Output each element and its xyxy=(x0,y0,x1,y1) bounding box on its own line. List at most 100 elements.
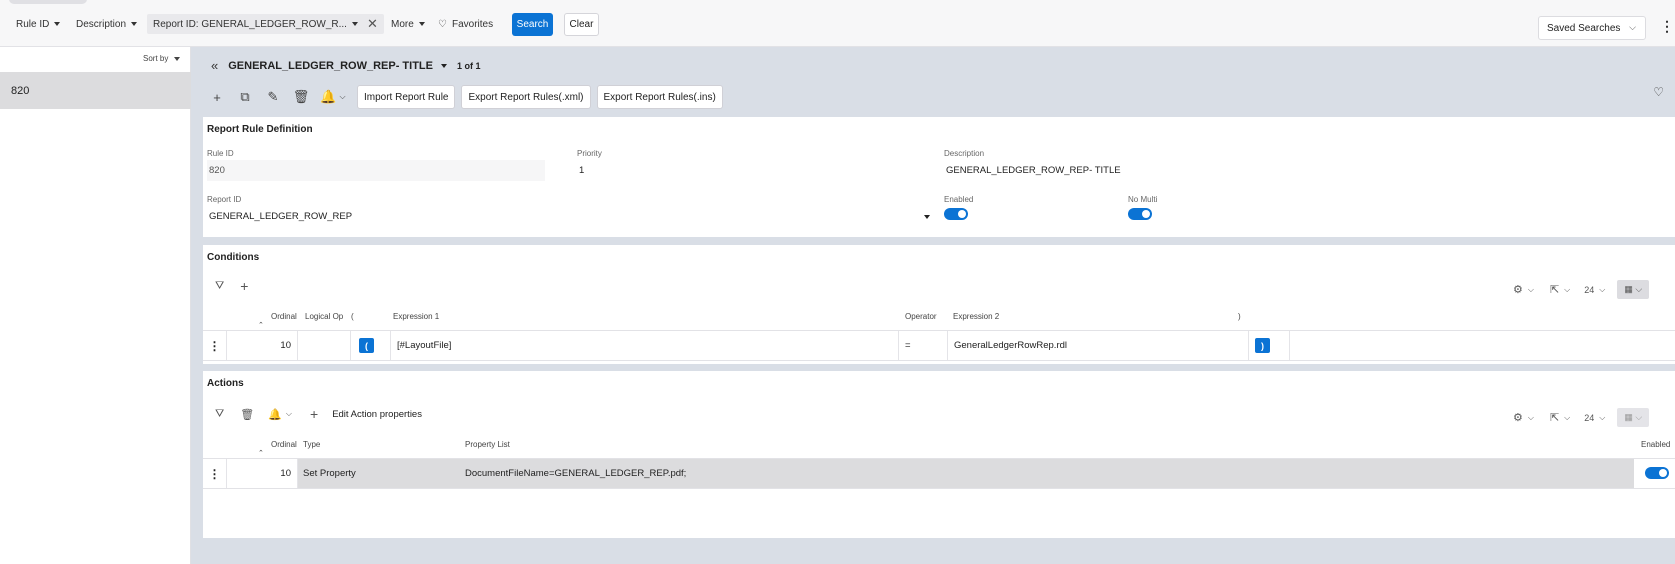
chevron-down-icon: ⌵ xyxy=(1599,412,1606,422)
more-filter[interactable]: More xyxy=(391,16,425,32)
bell-icon[interactable]: 🔔 xyxy=(268,408,282,421)
copy-icon[interactable]: ⧉ xyxy=(231,85,259,109)
chevron-down-icon[interactable]: ⌵ xyxy=(286,409,292,419)
sort-by-label: Sort by xyxy=(143,54,169,63)
chevron-down-icon[interactable] xyxy=(351,22,358,26)
expression-2-cell[interactable]: GeneralLedgerRowRep.rdl xyxy=(948,331,1249,360)
ordinal-cell[interactable]: 10 xyxy=(227,459,298,488)
sort-asc-icon: ⌃ xyxy=(258,322,264,329)
add-icon[interactable]: + xyxy=(203,85,231,109)
col-expression-2[interactable]: Expression 2 xyxy=(953,312,999,321)
export-xml-button[interactable]: Export Report Rules(.xml) xyxy=(461,85,591,109)
col-close-paren[interactable]: ) xyxy=(1238,312,1241,321)
favorites-button[interactable]: ♡ Favorites xyxy=(438,16,493,32)
report-id-chip-label: Report ID: GENERAL_LEDGER_ROW_R... xyxy=(153,18,347,30)
row-menu-icon[interactable]: ⋮ xyxy=(203,459,227,488)
priority-label: Priority xyxy=(577,149,602,158)
description-filter-label: Description xyxy=(76,18,127,30)
col-operator[interactable]: Operator xyxy=(905,312,937,321)
record-count: 1 of 1 xyxy=(456,60,481,71)
delete-icon[interactable]: 🗑 xyxy=(240,408,254,421)
add-icon[interactable]: + xyxy=(310,406,318,422)
col-open-paren[interactable]: ( xyxy=(351,312,354,321)
chevron-down-icon xyxy=(54,22,61,26)
more-options-icon[interactable]: ⋮ xyxy=(1660,19,1674,33)
close-paren-cell[interactable]: ) xyxy=(1249,331,1290,360)
sort-by-dropdown[interactable]: Sort by xyxy=(143,54,181,63)
row-menu-icon[interactable]: ⋮ xyxy=(203,331,227,360)
table-row[interactable]: ⋮ 10 Set Property DocumentFileName=GENER… xyxy=(203,458,1675,489)
gear-icon[interactable]: ⚙ xyxy=(1513,283,1523,296)
col-enabled[interactable]: Enabled xyxy=(1641,440,1670,449)
record-toolbar: + ⧉ ✎ 🗑 🔔 ⌵ Import Report Rule Export Rep… xyxy=(203,85,723,109)
action-enabled-toggle[interactable] xyxy=(1645,467,1669,479)
conditions-grid-options: ⚙ ⌵ ⇱ ⌵ 24 ⌵ ▦ ⌵ xyxy=(1513,280,1650,299)
col-ordinal[interactable]: Ordinal xyxy=(271,312,297,321)
open-paren-button[interactable]: ( xyxy=(359,338,374,353)
edit-icon[interactable]: ✎ xyxy=(259,85,287,109)
property-list-cell[interactable]: DocumentFileName=GENERAL_LEDGER_REP.pdf; xyxy=(460,459,1634,488)
type-cell[interactable]: Set Property xyxy=(298,459,460,488)
chevron-down-icon[interactable] xyxy=(440,63,447,68)
rule-id-filter[interactable]: Rule ID xyxy=(16,16,61,32)
close-icon[interactable]: ✕ xyxy=(367,16,378,32)
description-field[interactable]: GENERAL_LEDGER_ROW_REP- TITLE xyxy=(944,160,1675,181)
table-row[interactable]: ⋮ 10 ( [#LayoutFile] = GeneralLedgerRowR… xyxy=(203,330,1675,361)
clear-button[interactable]: Clear xyxy=(564,13,599,36)
rule-id-label: Rule ID xyxy=(207,149,234,158)
export-ins-button[interactable]: Export Report Rules(.ins) xyxy=(596,85,723,109)
ordinal-cell[interactable]: 10 xyxy=(227,331,298,360)
report-rule-definition-panel: Report Rule Definition Rule ID 820 Prior… xyxy=(203,117,1675,237)
col-logical-op[interactable]: Logical Op xyxy=(305,312,343,321)
logical-op-cell[interactable] xyxy=(298,331,351,360)
operator-cell[interactable]: = xyxy=(899,331,948,360)
search-button[interactable]: Search xyxy=(512,13,553,36)
description-label: Description xyxy=(944,149,985,158)
gear-icon[interactable]: ⚙ xyxy=(1513,411,1523,424)
list-item[interactable]: 820 xyxy=(0,72,191,109)
add-icon[interactable]: + xyxy=(240,278,248,294)
collapse-list-icon[interactable]: « xyxy=(211,58,218,73)
chevron-down-icon[interactable]: ⌵ xyxy=(1528,413,1534,423)
import-report-rule-button[interactable]: Import Report Rule xyxy=(357,85,456,109)
enabled-toggle[interactable] xyxy=(944,208,968,220)
filter-icon[interactable]: ⛛ xyxy=(215,280,224,293)
page-size-select[interactable]: 24 xyxy=(1584,285,1594,295)
close-paren-button[interactable]: ) xyxy=(1255,338,1270,353)
saved-searches-dropdown[interactable]: Saved Searches ⌵ xyxy=(1538,16,1646,40)
record-list: Sort by 820 xyxy=(0,47,191,564)
conditions-panel: Conditions ⛛ + ⚙ ⌵ ⇱ ⌵ 24 ⌵ ▦ ⌵ Ordinal ⌃ L… xyxy=(203,245,1675,364)
report-id-filter-chip[interactable]: Report ID: GENERAL_LEDGER_ROW_R... ✕ xyxy=(147,14,384,34)
chevron-down-icon[interactable]: ⌵ xyxy=(1564,285,1570,295)
saved-searches-label: Saved Searches xyxy=(1547,22,1621,34)
conditions-toolbar: ⛛ + xyxy=(215,278,248,294)
expression-1-cell[interactable]: [#LayoutFile] xyxy=(391,331,899,360)
export-icon[interactable]: ⇱ xyxy=(1550,411,1559,424)
tab-stub[interactable] xyxy=(9,0,87,4)
favorite-heart-icon[interactable]: ♡ xyxy=(1653,85,1664,99)
export-icon[interactable]: ⇱ xyxy=(1550,283,1559,296)
chevron-down-icon: ⌵ xyxy=(1599,284,1606,294)
actions-grid-options: ⚙ ⌵ ⇱ ⌵ 24 ⌵ ▦ ⌵ xyxy=(1513,408,1650,427)
edit-action-properties-button[interactable]: Edit Action properties xyxy=(332,409,422,420)
chevron-down-icon xyxy=(418,22,425,26)
favorites-label: Favorites xyxy=(451,18,494,30)
chevron-down-icon[interactable]: ⌵ xyxy=(1564,413,1570,423)
filter-icon[interactable]: ⛛ xyxy=(215,408,224,421)
page-size-select[interactable]: 24 xyxy=(1584,413,1594,423)
no-multi-toggle[interactable] xyxy=(1128,208,1152,220)
chevron-down-icon xyxy=(924,215,930,219)
description-filter[interactable]: Description xyxy=(76,16,138,32)
col-property-list[interactable]: Property List xyxy=(465,440,510,449)
priority-field[interactable]: 1 xyxy=(577,160,933,181)
bell-icon[interactable]: 🔔 ⌵ xyxy=(315,85,351,109)
col-type[interactable]: Type xyxy=(303,440,320,449)
col-expression-1[interactable]: Expression 1 xyxy=(393,312,439,321)
open-paren-cell[interactable]: ( xyxy=(351,331,391,360)
chevron-down-icon[interactable]: ⌵ xyxy=(1528,285,1534,295)
enabled-label: Enabled xyxy=(944,195,974,204)
delete-icon[interactable]: 🗑 xyxy=(287,85,315,109)
report-id-select[interactable]: GENERAL_LEDGER_ROW_REP xyxy=(207,206,935,227)
grid-view-icon[interactable]: ▦ ⌵ xyxy=(1617,280,1650,299)
col-ordinal[interactable]: Ordinal xyxy=(271,440,297,449)
